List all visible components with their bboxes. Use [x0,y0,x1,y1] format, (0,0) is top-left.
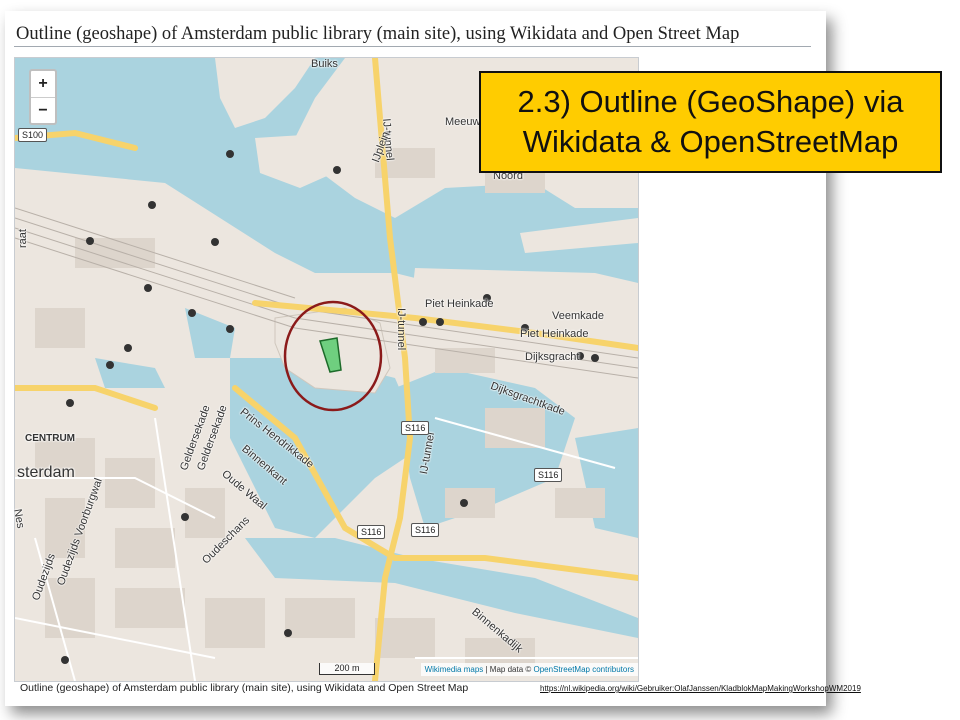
attribution-separator: | Map data © [483,665,534,674]
ferry-icon [86,237,94,245]
page-heading: Outline (geoshape) of Amsterdam public l… [16,24,740,44]
callout-box: 2.3) Outline (GeoShape) via Wikidata & O… [479,71,942,173]
label-buiks: Buiks [311,58,338,70]
tram-icon [436,318,444,326]
zoom-out-button[interactable]: − [31,97,55,123]
ferry-icon [124,344,132,352]
zoom-control: + − [29,69,57,125]
tram-icon [591,354,599,362]
ferry-icon [460,499,468,507]
source-url-link[interactable]: https://nl.wikipedia.org/wiki/Gebruiker:… [540,684,861,693]
osm-contributors-link[interactable]: OpenStreetMap contributors [534,665,635,674]
callout-line-1: 2.3) Outline (GeoShape) via [517,84,904,119]
map-caption: Outline (geoshape) of Amsterdam public l… [20,682,469,694]
ferry-icon [333,166,341,174]
road-shield-s116: S116 [534,468,563,482]
tram-icon [144,284,152,292]
ferry-icon [226,150,234,158]
label-piet-heinkade: Piet Heinkade [520,328,589,340]
tram-icon [181,513,189,521]
tram-icon [226,325,234,333]
ferry-icon [106,361,114,369]
ferry-icon [148,201,156,209]
label-meeuw: Meeuw [445,116,481,128]
label-amsterdam: sterdam [17,464,75,481]
tram-icon [66,399,74,407]
zoom-in-button[interactable]: + [31,71,55,97]
road-shield-s100: S100 [18,128,48,142]
label-centrum: CENTRUM [25,433,75,444]
scale-bar: 200 m [319,663,375,675]
tram-icon [419,318,427,326]
callout-line-2: Wikidata & OpenStreetMap [522,124,899,159]
map-attribution: Wikimedia maps | Map data © OpenStreetMa… [420,663,638,676]
road-shield-s116: S116 [411,523,440,537]
label-veemkade: Veemkade [552,310,604,322]
wikimedia-maps-link[interactable]: Wikimedia maps [425,665,484,674]
tram-icon [188,309,196,317]
road-shield-s116: S116 [357,525,386,539]
heading-divider [14,46,811,47]
label-straat: raat [17,229,29,248]
tram-icon [284,629,292,637]
label-ij-tunnel: IJ-tunnel [395,308,407,351]
ferry-icon [61,656,69,664]
ferry-icon [211,238,219,246]
label-dijksgracht: Dijksgracht [525,351,580,363]
label-piet-heinkade: Piet Heinkade [425,298,494,310]
road-shield-s116: S116 [401,421,430,435]
